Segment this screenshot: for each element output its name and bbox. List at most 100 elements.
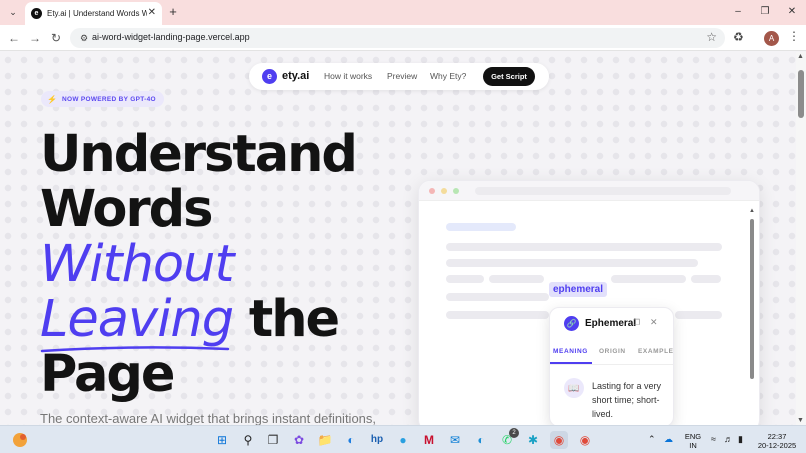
scroll-thumb[interactable] bbox=[750, 219, 754, 379]
tab-favicon: e bbox=[31, 8, 42, 19]
nav-link-how-it-works[interactable]: How it works bbox=[324, 71, 372, 81]
window-close-icon[interactable]: ✕ bbox=[781, 4, 803, 20]
brand-name[interactable]: ety.ai bbox=[282, 70, 309, 82]
scroll-up-icon[interactable]: ▲ bbox=[749, 208, 755, 214]
highlighted-word[interactable]: ephemeral bbox=[549, 282, 608, 297]
chrome-icon[interactable]: ◉ bbox=[576, 431, 594, 449]
site-navbar: e ety.ai How it works Preview Why Ety? G… bbox=[249, 63, 549, 90]
chevron-up-icon[interactable]: ⌃ bbox=[648, 434, 656, 445]
mockup-scrollbar[interactable]: ▲ bbox=[749, 208, 755, 425]
edge-icon[interactable]: ◐ bbox=[342, 431, 360, 449]
badge-label: NOW POWERED BY GPT-4O bbox=[61, 95, 156, 103]
hero-line-5: Page bbox=[40, 345, 176, 404]
popup-definition: Lasting for a very short time; short-liv… bbox=[592, 381, 662, 419]
skeleton-line bbox=[611, 275, 686, 283]
address-bar[interactable]: ⚙ ai-word-widget-landing-page.vercel.app… bbox=[70, 28, 725, 48]
plus-icon[interactable]: + bbox=[166, 4, 180, 20]
language-line-1: ENG bbox=[684, 432, 702, 441]
app-icon-2[interactable]: ✱ bbox=[524, 431, 542, 449]
reload-icon[interactable]: ↻ bbox=[47, 29, 65, 47]
outlook-icon[interactable]: ✉ bbox=[446, 431, 464, 449]
popup-divider bbox=[550, 364, 673, 365]
page-viewport: e ety.ai How it works Preview Why Ety? G… bbox=[0, 52, 796, 425]
status-badge: ⚡ NOW POWERED BY GPT-4O bbox=[41, 91, 164, 107]
mockup-address-bar bbox=[475, 187, 731, 195]
mockup-dot-yellow bbox=[441, 188, 447, 194]
scroll-down-icon[interactable]: ▼ bbox=[797, 417, 804, 424]
clock-time: 22:37 bbox=[767, 432, 787, 441]
definition-popup: 🔗 Ephemeral ❐ ✕ MEANING ORIGIN EXAMPLE 📖… bbox=[549, 307, 674, 427]
windows-start-icon[interactable]: ⊞ bbox=[213, 431, 231, 449]
hero-line-2: Words bbox=[40, 180, 213, 239]
hero-line-4-rest: the bbox=[233, 290, 340, 349]
skeleton-line bbox=[446, 311, 549, 319]
brand-logo-icon[interactable]: e bbox=[262, 69, 277, 84]
url-text[interactable]: ai-word-widget-landing-page.vercel.app bbox=[92, 32, 250, 42]
maximize-icon[interactable]: ❐ bbox=[754, 4, 776, 20]
task-view-icon[interactable]: ❐ bbox=[264, 431, 282, 449]
speaker-icon[interactable]: ♬ bbox=[724, 434, 733, 444]
browser-tab[interactable]: e Ety.ai | Understand Words Witho ✕ bbox=[25, 2, 162, 25]
menu-icon[interactable]: ⋮ bbox=[788, 29, 800, 43]
nav-link-preview[interactable]: Preview bbox=[387, 71, 417, 81]
skeleton-line bbox=[446, 293, 549, 301]
language-indicator[interactable]: ENG IN bbox=[682, 432, 704, 450]
tab-strip: ⌄ e Ety.ai | Understand Words Witho ✕ + … bbox=[0, 0, 806, 25]
onedrive-icon[interactable]: ☁ bbox=[664, 434, 673, 445]
active-tab-indicator bbox=[550, 362, 592, 364]
scroll-up-icon[interactable]: ▲ bbox=[797, 53, 804, 60]
mockup-dot-green bbox=[453, 188, 459, 194]
close-icon[interactable]: ✕ bbox=[650, 317, 658, 328]
wifi-icon[interactable]: ≈ bbox=[711, 434, 716, 444]
copilot-icon[interactable]: ✿ bbox=[290, 431, 308, 449]
site-info-icon[interactable]: ⚙ bbox=[77, 31, 91, 45]
skeleton-line bbox=[446, 243, 722, 251]
app-icon[interactable]: ● bbox=[394, 431, 412, 449]
tab-meaning[interactable]: MEANING bbox=[553, 348, 588, 355]
browser-toolbar: ← → ↻ ⚙ ai-word-widget-landing-page.verc… bbox=[0, 25, 806, 51]
skeleton-line bbox=[446, 223, 516, 231]
scroll-thumb[interactable] bbox=[798, 70, 804, 118]
tab-search-icon[interactable]: ⌄ bbox=[4, 4, 22, 20]
skeleton-line bbox=[691, 275, 721, 283]
mockup-dot-red bbox=[429, 188, 435, 194]
minimize-icon[interactable]: – bbox=[727, 4, 749, 20]
chrome-icon-active[interactable]: ◉ bbox=[550, 431, 568, 449]
file-explorer-icon[interactable]: 📁 bbox=[316, 431, 334, 449]
hero-accent-word: Leaving bbox=[40, 290, 234, 349]
extensions-icon[interactable]: ♻ bbox=[733, 30, 744, 44]
star-icon[interactable]: ☆ bbox=[706, 30, 717, 44]
hero-underline bbox=[40, 346, 230, 353]
avatar[interactable]: A bbox=[764, 31, 779, 46]
taskbar: ⊞ ⚲ ❐ ✿ 📁 ◐ hp ● M ✉ ◐ ✆ 2 ✱ ◉ ◉ ⌃ ☁ ENG… bbox=[0, 425, 806, 453]
skeleton-line bbox=[489, 275, 544, 283]
page-title: Understand Words Without Leaving the Pag… bbox=[40, 125, 358, 404]
forward-icon[interactable]: → bbox=[26, 29, 44, 47]
nav-link-why-ety[interactable]: Why Ety? bbox=[430, 71, 466, 81]
clock[interactable]: 22:37 20-12-2025 bbox=[754, 432, 800, 450]
hero-line-3: Without bbox=[40, 235, 234, 294]
popup-word: Ephemeral bbox=[585, 318, 637, 329]
back-icon[interactable]: ← bbox=[5, 29, 23, 47]
mockup-titlebar bbox=[419, 181, 759, 201]
tab-example[interactable]: EXAMPLE bbox=[638, 348, 673, 355]
page-scrollbar[interactable]: ▲ ▼ bbox=[796, 52, 806, 425]
skeleton-line bbox=[675, 311, 722, 319]
lightning-icon: ⚡ bbox=[47, 94, 57, 104]
tab-title: Ety.ai | Understand Words Witho bbox=[47, 9, 147, 18]
weather-icon[interactable] bbox=[10, 430, 30, 450]
battery-icon[interactable]: ▮ bbox=[738, 434, 743, 445]
skeleton-line bbox=[446, 259, 698, 267]
mcafee-icon[interactable]: M bbox=[420, 431, 438, 449]
get-script-button[interactable]: Get Script bbox=[483, 67, 535, 86]
close-icon[interactable]: ✕ bbox=[148, 7, 156, 18]
hero-line-1: Understand bbox=[40, 125, 358, 184]
search-icon[interactable]: ⚲ bbox=[239, 431, 257, 449]
hero-subtitle: The context-aware AI widget that brings … bbox=[40, 411, 377, 425]
edge-browser-icon[interactable]: ◐ bbox=[472, 431, 490, 449]
whatsapp-badge: 2 bbox=[509, 428, 519, 438]
copy-icon[interactable]: ❐ bbox=[633, 318, 640, 327]
tab-origin[interactable]: ORIGIN bbox=[599, 348, 626, 355]
hp-icon[interactable]: hp bbox=[368, 431, 386, 449]
language-line-2: IN bbox=[689, 441, 697, 450]
